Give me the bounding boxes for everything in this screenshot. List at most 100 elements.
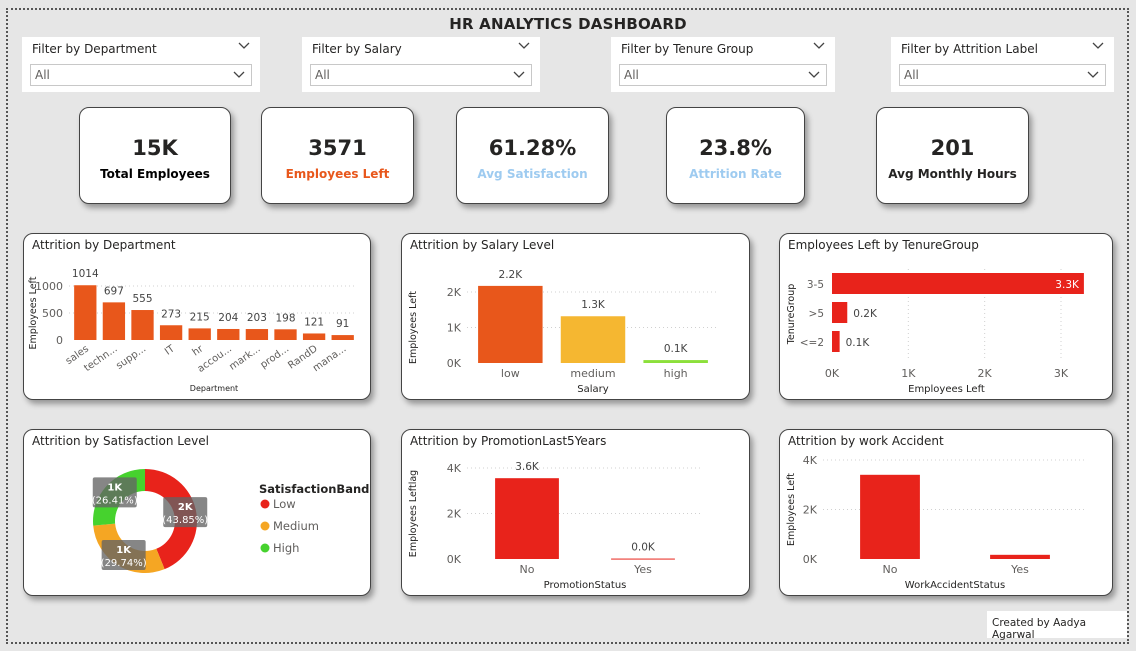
kpi-value: 201: [930, 136, 975, 160]
filter-value: All: [624, 68, 639, 82]
filter-dropdown[interactable]: All: [310, 64, 532, 86]
legend-item: High: [273, 541, 299, 555]
x-tick-label: 3K: [1054, 367, 1069, 380]
satisfaction-donut-chart[interactable]: 2K (43.85%) 1K (29.74%) 1K (26.41%) Satisfacti…: [24, 430, 371, 596]
chart-title: Attrition by Satisfaction Level: [32, 434, 209, 448]
chart-employees-left-by-tenure[interactable]: 0K 1K 2K 3K 3-5 3.3K >5 0.2K <=2 0.1K Employees Le…: [779, 233, 1113, 400]
kpi-value: 3571: [308, 136, 367, 160]
bar: [217, 328, 240, 340]
filter-value: All: [35, 68, 50, 82]
data-label: 0.1K: [664, 343, 689, 355]
kpi-value: 61.28%: [488, 136, 577, 160]
filter-dropdown[interactable]: All: [899, 64, 1106, 86]
bar: [990, 554, 1050, 559]
kpi-label: Total Employees: [100, 167, 210, 181]
kpi-label: Attrition Rate: [689, 167, 782, 181]
data-label: 1K: [116, 545, 132, 556]
x-tick-label: 2K: [978, 367, 993, 380]
y-axis-label: Employees Left: [408, 291, 419, 364]
filter-dropdown[interactable]: All: [619, 64, 827, 86]
tenure-bar-chart[interactable]: 0K 1K 2K 3K 3-5 3.3K >5 0.2K <=2 0.1K Employees Le…: [780, 234, 1113, 400]
data-label: 2K: [178, 502, 194, 513]
filter-value: All: [315, 68, 330, 82]
kpi-avg-monthly-hours: 201 Avg Monthly Hours: [876, 107, 1029, 204]
chart-attrition-by-salary[interactable]: 0K 1K 2K 2.2K low 1.3K medium 0.1K high Salary Emp…: [401, 233, 750, 400]
kpi-label: Employees Left: [285, 167, 390, 181]
data-label: 2.2K: [499, 269, 524, 281]
promotion-bar-chart[interactable]: 0K 2K 4K 3.6K No 0.0K Yes PromotionStatus Employ…: [402, 430, 750, 596]
chart-attrition-by-department[interactable]: 0 500 1000 1014 sales 697 techn... 555 supp... 27…: [23, 233, 371, 400]
x-tick-label: mark...: [227, 343, 262, 372]
x-axis-label: Salary: [577, 384, 608, 395]
data-label: 3.6K: [515, 461, 540, 473]
chevron-down-icon[interactable]: [518, 41, 530, 51]
work-accident-bar-chart[interactable]: 0K 2K 4K No Yes WorkAccidentStatus Employees L…: [780, 430, 1113, 596]
bar: [245, 329, 269, 340]
bar: [832, 331, 840, 352]
data-label: 121: [304, 316, 324, 328]
data-label-percent: (29.74%): [101, 558, 147, 569]
data-label: 91: [336, 318, 349, 330]
chart-attrition-by-work-accident[interactable]: 0K 2K 4K No Yes WorkAccidentStatus Employees L…: [779, 429, 1113, 596]
chevron-down-icon: [233, 71, 245, 78]
chart-attrition-by-promotion[interactable]: 0K 2K 4K 3.6K No 0.0K Yes PromotionStatus Employ…: [401, 429, 750, 596]
department-bar-chart[interactable]: 050010001014sales697techn...555supp...27…: [24, 234, 371, 400]
x-tick-label: No: [883, 563, 898, 576]
kpi-employees-left: 3571 Employees Left: [261, 107, 414, 204]
x-tick-label: supp...: [114, 343, 148, 371]
filter-tenure-group[interactable]: Filter by Tenure Group All: [611, 37, 835, 92]
data-label-percent: (43.85%): [162, 515, 208, 526]
data-label: 1014: [72, 268, 99, 280]
filter-attrition-label[interactable]: Filter by Attrition Label All: [891, 37, 1114, 92]
y-axis-label: TenureGroup: [786, 284, 797, 346]
legend-marker: [260, 543, 270, 553]
filter-dropdown[interactable]: All: [30, 64, 252, 86]
chevron-down-icon[interactable]: [1092, 41, 1104, 51]
chevron-down-icon[interactable]: [813, 41, 825, 51]
x-tick-label: low: [501, 367, 520, 380]
bar: [159, 325, 183, 340]
salary-bar-chart[interactable]: 0K 1K 2K 2.2K low 1.3K medium 0.1K high Salary Emp…: [402, 234, 750, 400]
filter-salary[interactable]: Filter by Salary All: [302, 37, 540, 92]
data-label: 273: [161, 308, 181, 320]
x-axis-label: WorkAccidentStatus: [905, 580, 1005, 591]
bar: [495, 478, 559, 559]
x-tick-label: prod...: [258, 343, 291, 371]
bar: [74, 285, 97, 340]
chart-title: Attrition by Salary Level: [410, 238, 555, 252]
y-tick-label: 3-5: [807, 279, 824, 291]
data-label: 203: [247, 312, 267, 324]
filter-value: All: [904, 68, 919, 82]
kpi-avg-satisfaction: 61.28% Avg Satisfaction: [456, 107, 609, 204]
bar: [643, 360, 708, 363]
x-axis-label: PromotionStatus: [544, 580, 627, 591]
filter-department[interactable]: Filter by Department All: [22, 37, 260, 92]
y-tick-label: 1K: [447, 322, 462, 335]
bar: [832, 273, 1084, 294]
data-label: 198: [275, 312, 295, 324]
chevron-down-icon[interactable]: [238, 41, 250, 51]
chart-title: Attrition by work Accident: [788, 434, 944, 448]
data-label: 1K: [107, 482, 123, 493]
y-tick-label: 4K: [803, 454, 818, 467]
filter-label: Filter by Tenure Group: [621, 42, 754, 56]
data-label: 0.1K: [846, 337, 871, 349]
bar: [331, 335, 354, 340]
kpi-value: 15K: [132, 136, 178, 160]
y-axis-label: Employees Left: [786, 473, 797, 546]
x-tick-label: high: [664, 367, 688, 380]
bar: [611, 558, 675, 560]
y-tick-label: 2K: [803, 504, 818, 517]
y-tick-label: 4K: [447, 462, 462, 475]
y-tick-label: 2K: [447, 508, 462, 521]
chart-attrition-by-satisfaction[interactable]: 2K (43.85%) 1K (29.74%) 1K (26.41%) Satisfacti…: [23, 429, 371, 596]
kpi-attrition-rate: 23.8% Attrition Rate: [666, 107, 805, 204]
y-tick-label: 500: [42, 307, 63, 320]
bar: [188, 328, 211, 340]
bar: [102, 302, 126, 340]
data-label: 215: [190, 311, 210, 323]
x-axis-label: Employees Left: [908, 384, 985, 395]
y-axis-label: Employees Left: [28, 276, 39, 349]
credit-text: Created by Aadya Agarwal: [987, 611, 1127, 641]
page-title: HR ANALYTICS DASHBOARD: [449, 15, 687, 33]
